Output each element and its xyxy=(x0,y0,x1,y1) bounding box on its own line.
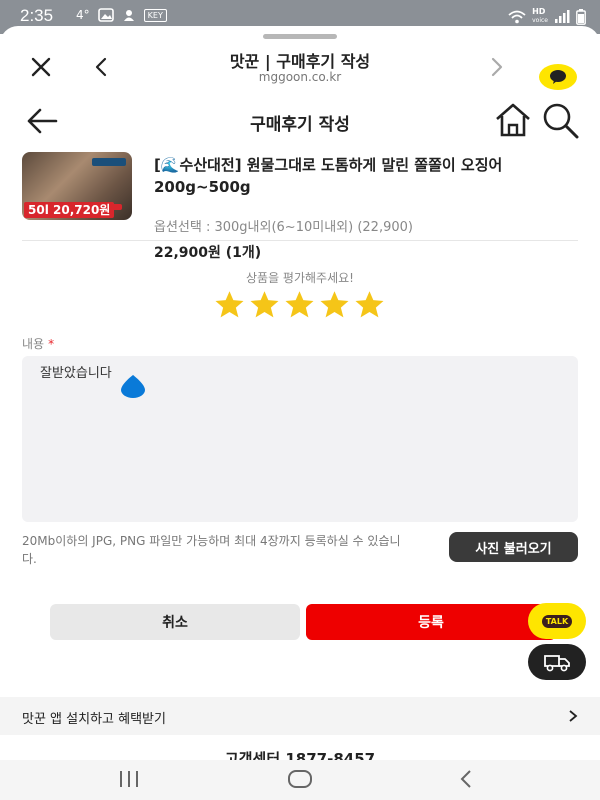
browser-url: mggoon.co.kr xyxy=(258,70,342,84)
browser-toolbar: 맛꾼 | 구매후기 작성 mggoon.co.kr xyxy=(0,40,600,98)
review-content-label: 내용 * xyxy=(22,335,54,352)
sheet-drag-handle[interactable] xyxy=(263,34,337,39)
chevron-right-icon xyxy=(569,710,578,722)
review-label-text: 내용 xyxy=(22,337,45,351)
app-notification-icon xyxy=(123,10,134,21)
browser-forward-icon[interactable] xyxy=(486,54,508,80)
wifi-icon xyxy=(508,10,526,23)
system-navigation-bar xyxy=(0,760,600,800)
status-time: 2:35 xyxy=(20,6,54,25)
section-divider xyxy=(22,240,578,241)
back-arrow-icon[interactable] xyxy=(26,106,58,136)
talk-label: TALK xyxy=(541,614,573,628)
page-header: 구매후기 작성 xyxy=(0,98,600,150)
thumbnail-price-badge: 50l 20,720원 xyxy=(24,202,115,218)
search-icon[interactable] xyxy=(540,100,580,140)
required-mark: * xyxy=(48,337,55,351)
delivery-button[interactable] xyxy=(528,644,586,680)
hd-label: HD xyxy=(532,7,546,16)
product-thumbnail[interactable]: 50l 20,720원 xyxy=(22,152,132,220)
thumbnail-tag xyxy=(92,158,126,166)
review-textarea[interactable]: 잘받았습니다 xyxy=(22,356,578,522)
delivery-truck-icon xyxy=(544,655,570,672)
star-icon[interactable] xyxy=(214,290,245,318)
kakao-talk-button[interactable]: TALK xyxy=(528,603,586,639)
upload-note: 20Mb이하의 JPG, PNG 파일만 가능하며 최대 4장까지 등록하실 수… xyxy=(22,534,401,566)
submit-button[interactable]: 등록 xyxy=(306,604,556,640)
voice-label: voice xyxy=(532,17,548,24)
kakao-share-button[interactable] xyxy=(539,64,577,90)
product-name: [🌊수산대전] 원물그대로 도톰하게 말린 쫄쫄이 오징어 200g~500g xyxy=(154,156,503,196)
load-photo-button[interactable]: 사진 불러오기 xyxy=(449,532,578,562)
battery-icon xyxy=(576,8,586,25)
page-title: 구매후기 작성 xyxy=(250,115,350,135)
home-icon[interactable] xyxy=(493,100,533,140)
temperature-text: 4° xyxy=(76,8,90,22)
browser-title: 맛꾼 | 구매후기 작성 xyxy=(229,52,371,71)
rating-prompt: 상품을 평가해주세요! xyxy=(246,271,354,285)
system-back-icon[interactable] xyxy=(456,768,476,790)
recent-apps-icon[interactable] xyxy=(116,768,142,790)
status-notification-icons: 4° KEY xyxy=(76,8,167,22)
key-badge: KEY xyxy=(143,8,167,22)
product-price: 22,900원 (1개) xyxy=(154,245,262,261)
star-icon[interactable] xyxy=(319,290,350,318)
close-icon[interactable] xyxy=(28,54,54,80)
in-app-browser-sheet: 맛꾼 | 구매후기 작성 mggoon.co.kr 구매후기 작성 50l 20… xyxy=(0,26,600,760)
customer-center: 고객센터 1877-8457 xyxy=(0,742,600,760)
star-icon[interactable] xyxy=(249,290,280,318)
star-icon[interactable] xyxy=(354,290,385,318)
home-button-icon[interactable] xyxy=(284,768,316,790)
product-summary: 50l 20,720원 [🌊수산대전] 원물그대로 도톰하게 말린 쫄쫄이 오징… xyxy=(0,152,600,261)
text-cursor-handle-icon[interactable] xyxy=(117,374,149,398)
app-install-banner[interactable]: 맛꾼 앱 설치하고 혜택받기 xyxy=(0,697,600,735)
cancel-button[interactable]: 취소 xyxy=(50,604,300,640)
chat-bubble-icon xyxy=(550,70,566,84)
signal-icon xyxy=(555,9,570,23)
status-system-icons: HD voice xyxy=(508,8,586,25)
customer-center-text: 고객센터 1877-8457 xyxy=(224,750,376,760)
product-option: 옵션선택 : 300g내외(6~10미내외) (22,900) xyxy=(154,220,413,235)
star-icon[interactable] xyxy=(284,290,315,318)
star-rating xyxy=(214,290,386,318)
browser-back-icon[interactable] xyxy=(90,54,112,80)
hd-voice-indicator: HD voice xyxy=(532,8,548,25)
gallery-icon xyxy=(97,8,114,22)
app-banner-text: 맛꾼 앱 설치하고 혜택받기 xyxy=(22,712,166,727)
